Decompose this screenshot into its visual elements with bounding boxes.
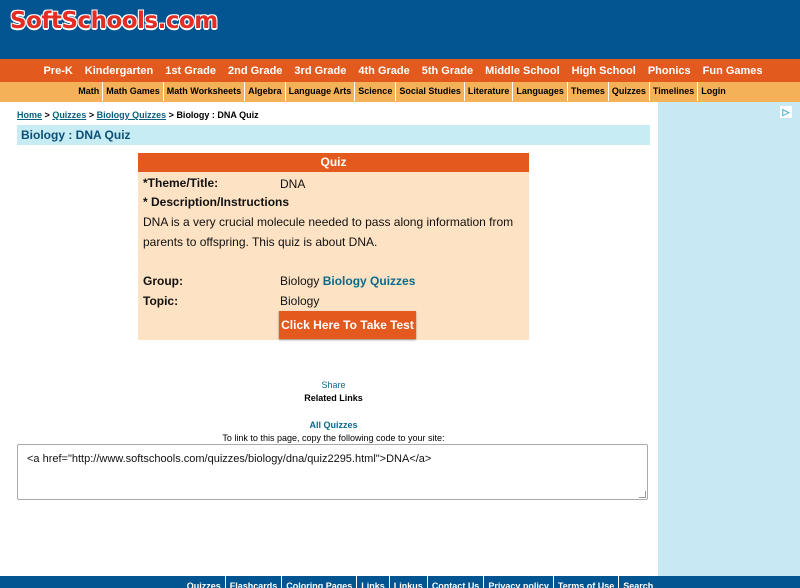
site-footer: Quizzes Flashcards Coloring Pages Links Link… xyxy=(0,576,800,588)
topic-label: Topic: xyxy=(143,294,179,308)
footer-link-contact-us[interactable]: Contact Us xyxy=(428,576,485,588)
nav-item-pre-k[interactable]: Pre-K xyxy=(37,59,78,84)
nav-item-5th-grade[interactable]: 5th Grade xyxy=(416,59,479,84)
theme-label: *Theme/Title: xyxy=(143,176,219,190)
related-links-heading: Related Links xyxy=(304,393,363,403)
embed-code-textarea[interactable]: <a href="http://www.softschools.com/quiz… xyxy=(17,444,648,500)
breadcrumb-biology-quizzes[interactable]: Biology Quizzes xyxy=(97,110,167,120)
footer-link-quizzes[interactable]: Quizzes xyxy=(183,576,226,588)
page-title: Biology : DNA Quiz xyxy=(21,128,131,142)
footer-link-privacy-policy[interactable]: Privacy policy xyxy=(484,576,554,588)
secondary-nav: Math Math Games Math Worksheets Algebra Lang… xyxy=(0,82,800,102)
logo-part-com: .com xyxy=(157,8,219,34)
theme-value: DNA xyxy=(280,177,306,191)
footer-link-terms-of-use[interactable]: Terms of Use xyxy=(554,576,620,588)
subnav-item-timelines[interactable]: Timelines xyxy=(650,82,699,101)
subnav-item-math-games[interactable]: Math Games xyxy=(103,82,164,101)
link-instructions: To link to this page, copy the following… xyxy=(222,433,445,443)
footer-link-search[interactable]: Search xyxy=(619,576,657,588)
subnav-item-math-worksheets[interactable]: Math Worksheets xyxy=(164,82,246,101)
footer-link-coloring-pages[interactable]: Coloring Pages xyxy=(282,576,358,588)
footer-link-linkus[interactable]: Linkus xyxy=(390,576,428,588)
nav-item-phonics[interactable]: Phonics xyxy=(642,59,697,84)
nav-item-kindergarten[interactable]: Kindergarten xyxy=(79,59,159,84)
subnav-item-math[interactable]: Math xyxy=(75,82,104,101)
breadcrumb-separator: > xyxy=(168,110,174,120)
topic-value: Biology xyxy=(280,294,320,308)
subnav-item-social-studies[interactable]: Social Studies xyxy=(396,82,465,101)
nav-item-1st-grade[interactable]: 1st Grade xyxy=(159,59,222,84)
breadcrumb-separator: > xyxy=(44,110,50,120)
resize-handle-icon[interactable] xyxy=(639,491,646,498)
subnav-item-themes[interactable]: Themes xyxy=(568,82,609,101)
subnav-item-quizzes[interactable]: Quizzes xyxy=(609,82,650,101)
group-subject: Biology xyxy=(280,274,320,288)
subnav-item-login[interactable]: Login xyxy=(698,82,729,101)
site-logo[interactable]: SoftSchools.com xyxy=(10,8,218,34)
ad-sidebar: ▷ xyxy=(658,102,800,576)
footer-link-links[interactable]: Links xyxy=(357,576,390,588)
footer-link-flashcards[interactable]: Flashcards xyxy=(226,576,283,588)
quiz-panel-header: Quiz xyxy=(138,153,529,172)
all-quizzes-link[interactable]: All Quizzes xyxy=(17,420,650,430)
logo-part-schools: Schools xyxy=(61,8,158,34)
description-label: * Description/Instructions xyxy=(143,195,290,209)
take-test-button[interactable]: Click Here To Take Test xyxy=(279,311,416,339)
embed-code-text: <a href="http://www.softschools.com/quiz… xyxy=(27,453,432,465)
page-title-bar: Biology : DNA Quiz xyxy=(17,125,650,145)
quiz-info-panel: Quiz *Theme/Title: DNA * Description/Ins… xyxy=(138,153,529,340)
breadcrumb-home[interactable]: Home xyxy=(17,110,42,120)
quiz-description: DNA is a very crucial molecule needed to… xyxy=(143,215,514,249)
subnav-item-languages[interactable]: Languages xyxy=(513,82,568,101)
group-value: Biology Biology Quizzes xyxy=(280,274,415,288)
subnav-item-science[interactable]: Science xyxy=(355,82,397,101)
logo-part-soft: Soft xyxy=(10,8,62,34)
nav-item-2nd-grade[interactable]: 2nd Grade xyxy=(222,59,288,84)
nav-item-3rd-grade[interactable]: 3rd Grade xyxy=(288,59,352,84)
breadcrumb: Home > Quizzes > Biology Quizzes > Biolo… xyxy=(17,110,259,120)
breadcrumb-separator: > xyxy=(88,110,95,120)
site-header: SoftSchools.com xyxy=(0,0,800,59)
nav-item-4th-grade[interactable]: 4th Grade xyxy=(352,59,415,84)
breadcrumb-current: Biology : DNA Quiz xyxy=(176,110,259,120)
nav-item-middle-school[interactable]: Middle School xyxy=(479,59,566,84)
nav-item-fun-games[interactable]: Fun Games xyxy=(697,59,769,84)
share-link[interactable]: Share xyxy=(17,380,650,390)
breadcrumb-quizzes[interactable]: Quizzes xyxy=(52,110,86,120)
subnav-item-algebra[interactable]: Algebra xyxy=(245,82,286,101)
primary-nav: Pre-K Kindergarten 1st Grade 2nd Grade 3rd G… xyxy=(0,59,800,82)
subnav-item-literature[interactable]: Literature xyxy=(465,82,514,101)
nav-item-high-school[interactable]: High School xyxy=(566,59,642,84)
subnav-item-language-arts[interactable]: Language Arts xyxy=(286,82,356,101)
group-link[interactable]: Biology Quizzes xyxy=(323,274,416,288)
group-label: Group: xyxy=(143,274,183,288)
adchoices-icon[interactable]: ▷ xyxy=(780,106,792,118)
